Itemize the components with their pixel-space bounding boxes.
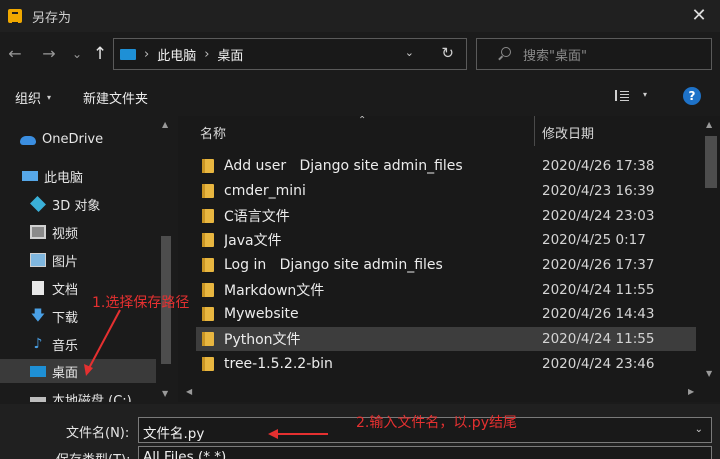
annotation-arrow-1 [87,309,121,371]
annotation-arrowhead-1 [84,364,93,376]
annotation-step-1: 1.选择保存路径 [92,295,190,311]
annotation-arrows [84,309,328,439]
annotation-step-2: 2.输入文件名，以.py结尾 [356,415,517,431]
annotation-arrowhead-2 [268,429,278,439]
